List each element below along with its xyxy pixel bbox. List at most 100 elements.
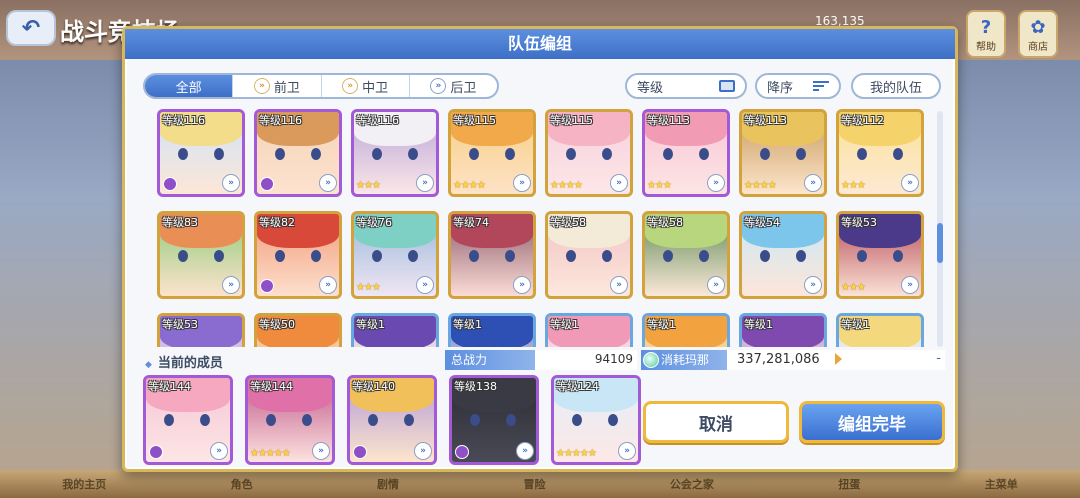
tab-label: 后卫 (450, 80, 477, 96)
portrait-eyes (760, 250, 806, 262)
star-rating-icon: ★★★ (356, 180, 381, 191)
position-role-icon: » (901, 276, 919, 294)
sort-by-level-button[interactable]: 等级 (625, 73, 747, 99)
shop-bag-icon: ✿ (1030, 17, 1046, 38)
help-button[interactable]: ? 帮助 (966, 10, 1006, 58)
nav-item[interactable]: 主菜单 (985, 476, 1018, 492)
character-level: 等级116 (162, 114, 205, 127)
character-card[interactable]: 等级53 ★★★ » (836, 211, 924, 299)
tab-middle[interactable]: » 中卫 (322, 75, 410, 97)
character-level: 等级1 (453, 318, 482, 331)
character-card[interactable]: 等级124 ★★★★★ » (551, 375, 641, 465)
current-members-row: 等级144 » 等级144 ★★★★★ » 等级140 » 等级138 » 等级124 ★★★★★ » (143, 375, 641, 465)
character-card[interactable]: 等级58 » (642, 211, 730, 299)
back-button[interactable]: ↶ (6, 10, 56, 46)
nav-item[interactable]: 公会之家 (670, 476, 714, 492)
scrollbar-thumb[interactable] (937, 223, 943, 263)
character-card[interactable]: 等级1» (642, 313, 730, 347)
nav-item[interactable]: 角色 (231, 476, 253, 492)
character-card[interactable]: 等级50» (254, 313, 342, 347)
nav-item[interactable]: 我的主页 (62, 476, 106, 492)
position-role-icon: » (618, 442, 636, 460)
rank-badge-icon (149, 445, 163, 459)
character-level: 等级116 (356, 114, 399, 127)
character-card[interactable]: 等级1» (739, 313, 827, 347)
character-card[interactable]: 等级1» (448, 313, 536, 347)
nav-item[interactable]: 冒险 (523, 476, 545, 492)
character-level: 等级115 (453, 114, 496, 127)
character-level: 等级144 (250, 380, 293, 393)
tab-label: 全部 (175, 80, 202, 96)
portrait-eyes (663, 250, 709, 262)
character-card[interactable]: 等级54 » (739, 211, 827, 299)
character-level: 等级1 (744, 318, 773, 331)
character-card[interactable]: 等级1» (836, 313, 924, 347)
position-role-icon: » (222, 276, 240, 294)
position-filter-tabs: 全部 » 前卫 » 中卫 » 后卫 (143, 73, 499, 99)
character-level: 等级1 (550, 318, 579, 331)
shop-button[interactable]: ✿ 商店 (1018, 10, 1058, 58)
total-power-value: 94109 (594, 352, 633, 366)
portrait-eyes (469, 250, 515, 262)
mana-suffix: - (936, 351, 941, 366)
portrait-eyes (566, 148, 612, 160)
tab-label: 前卫 (273, 80, 300, 96)
tab-all[interactable]: 全部 (145, 75, 234, 97)
character-card[interactable]: 等级138 » (449, 375, 539, 465)
character-grid-scroll[interactable]: 等级116» 等级116» 等级116 ★★★» 等级115 ★★★★» 等级115 ★★★★… (153, 109, 927, 347)
mana-orb-icon (643, 352, 659, 368)
character-level: 等级113 (744, 114, 787, 127)
character-card[interactable]: 等级116 » (254, 109, 342, 197)
sort-order-button[interactable]: 降序 (755, 73, 841, 99)
total-power-box: 总战力 94109 (445, 350, 637, 370)
position-role-icon: » (222, 174, 240, 192)
portrait-eyes (857, 250, 903, 262)
character-level: 等级82 (259, 216, 295, 229)
portrait-eyes (164, 414, 210, 426)
confirm-formation-button[interactable]: 编组完毕 (799, 401, 945, 443)
portrait-eyes (178, 148, 224, 160)
character-card[interactable]: 等级144 » (143, 375, 233, 465)
character-card[interactable]: 等级58 » (545, 211, 633, 299)
portrait-eyes (368, 414, 414, 426)
cancel-button[interactable]: 取消 (643, 401, 789, 443)
character-card[interactable]: 等级76 ★★★ » (351, 211, 439, 299)
character-card[interactable]: 等级82 » (254, 211, 342, 299)
character-card[interactable]: 等级116 » (157, 109, 245, 197)
character-level: 等级54 (744, 216, 780, 229)
tab-front[interactable]: » 前卫 (233, 75, 322, 97)
character-card[interactable]: 等级53» (157, 313, 245, 347)
portrait-eyes (566, 250, 612, 262)
bottom-nav: 我的主页 角色 剧情 冒险 公会之家 扭蛋 主菜单 (0, 470, 1080, 498)
character-card[interactable]: 等级115 ★★★★ » (448, 109, 536, 197)
scrollbar[interactable] (937, 111, 943, 347)
position-role-icon: » (513, 276, 531, 294)
character-card[interactable]: 等级1» (545, 313, 633, 347)
shop-label: 商店 (1028, 42, 1048, 53)
character-card[interactable]: 等级83 » (157, 211, 245, 299)
character-level: 等级58 (647, 216, 683, 229)
my-team-label: 我的队伍 (869, 80, 922, 96)
character-card[interactable]: 等级113 ★★★★ » (739, 109, 827, 197)
toggle-icon (719, 80, 735, 92)
nav-item[interactable]: 扭蛋 (838, 476, 860, 492)
character-card[interactable]: 等级140 » (347, 375, 437, 465)
character-card[interactable]: 等级112 ★★★ » (836, 109, 924, 197)
tab-back[interactable]: » 后卫 (410, 75, 497, 97)
character-card[interactable]: 等级74 » (448, 211, 536, 299)
character-level: 等级83 (162, 216, 198, 229)
character-level: 等级1 (841, 318, 870, 331)
member-info-bar: 当前的成员 总战力 94109 消耗玛那 337,281,086 - (139, 349, 945, 371)
position-role-icon: » (610, 174, 628, 192)
character-card[interactable]: 等级1» (351, 313, 439, 347)
my-team-button[interactable]: 我的队伍 (851, 73, 941, 99)
nav-item[interactable]: 剧情 (377, 476, 399, 492)
rank-badge-icon (260, 279, 274, 293)
character-card[interactable]: 等级116 ★★★ » (351, 109, 439, 197)
character-level: 等级140 (352, 380, 395, 393)
character-card[interactable]: 等级113 ★★★ » (642, 109, 730, 197)
character-card[interactable]: 等级115 ★★★★ » (545, 109, 633, 197)
character-card[interactable]: 等级144 ★★★★★ » (245, 375, 335, 465)
portrait-eyes (275, 148, 321, 160)
back-arrow-icon: ↶ (21, 15, 41, 41)
